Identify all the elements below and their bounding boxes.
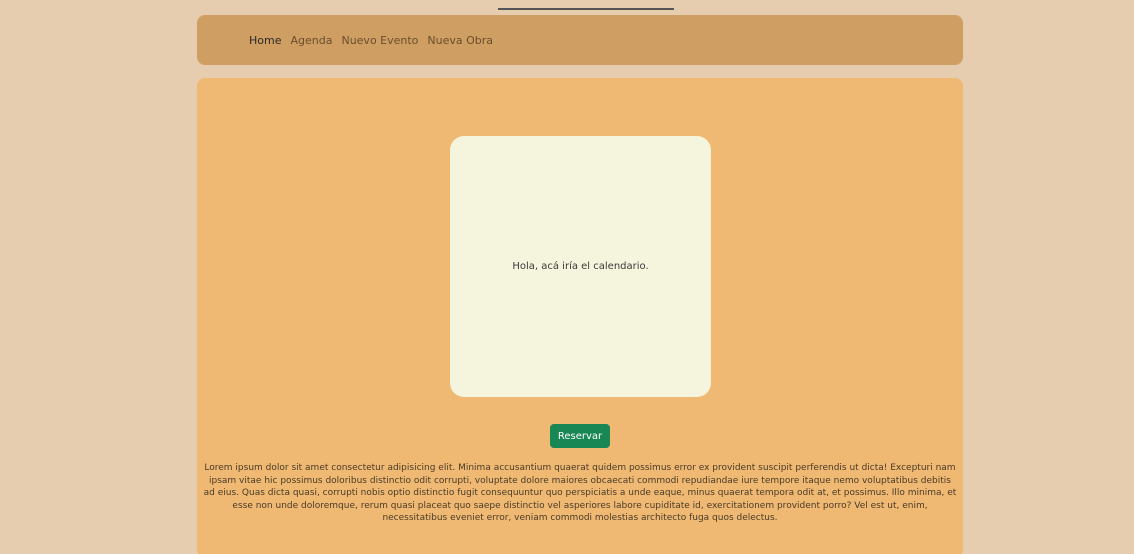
- top-divider: [498, 8, 674, 10]
- main-content: Hola, acá iría el calendario. Reservar L…: [197, 78, 963, 554]
- nav-link-home[interactable]: Home: [249, 34, 281, 47]
- page: Home Agenda Nuevo Evento Nueva Obra Agen…: [0, 0, 1134, 554]
- nav-link-nuevo-evento[interactable]: Nuevo Evento: [341, 34, 418, 47]
- calendar-placeholder: Hola, acá iría el calendario.: [450, 136, 711, 397]
- reserve-button[interactable]: Reservar: [550, 424, 610, 448]
- nav-link-agenda[interactable]: Agenda: [290, 34, 332, 47]
- navbar: Home Agenda Nuevo Evento Nueva Obra: [197, 15, 963, 65]
- description-text: Lorem ipsum dolor sit amet consectetur a…: [203, 463, 957, 524]
- nav-link-nueva-obra[interactable]: Nueva Obra: [427, 34, 493, 47]
- calendar-placeholder-text: Hola, acá iría el calendario.: [512, 261, 649, 272]
